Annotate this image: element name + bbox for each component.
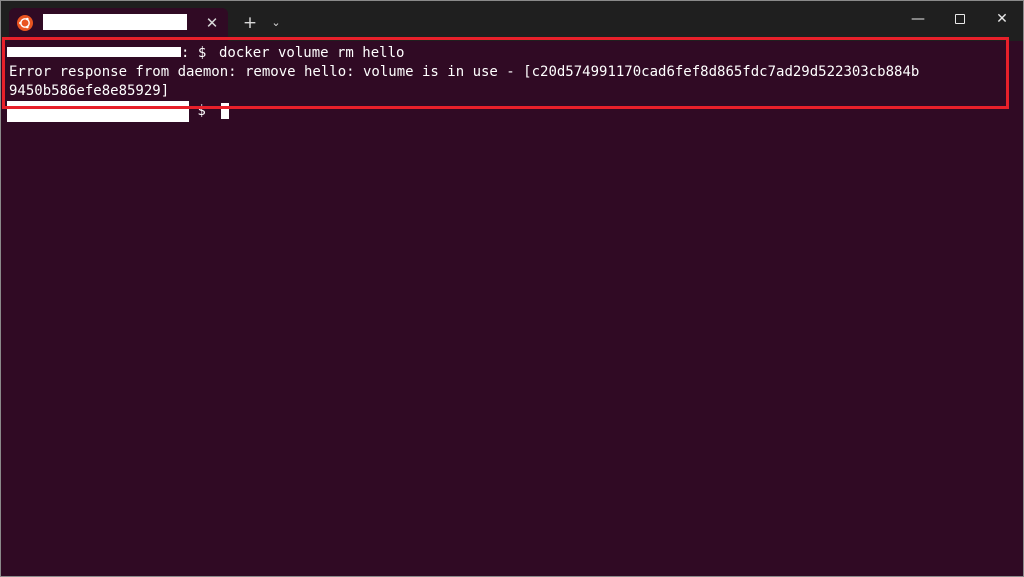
title-bar: ✕ + ⌄ — ✕ bbox=[1, 1, 1023, 41]
chevron-down-icon[interactable]: ⌄ bbox=[266, 12, 286, 34]
terminal-output[interactable]: : $ docker volume rm hello Error respons… bbox=[1, 37, 1023, 576]
tab-title-redacted bbox=[43, 14, 187, 30]
ubuntu-icon bbox=[17, 15, 33, 31]
tab-close-icon[interactable]: ✕ bbox=[202, 13, 222, 33]
minimize-button[interactable]: — bbox=[898, 4, 938, 34]
maximize-icon bbox=[955, 14, 965, 24]
new-tab-icon[interactable]: + bbox=[239, 12, 261, 34]
annotation-highlight-box bbox=[2, 37, 1009, 109]
maximize-button[interactable] bbox=[940, 4, 980, 34]
close-window-button[interactable]: ✕ bbox=[982, 4, 1022, 34]
terminal-window: ✕ + ⌄ — ✕ : $ docker volume rm hello Err… bbox=[0, 0, 1024, 577]
